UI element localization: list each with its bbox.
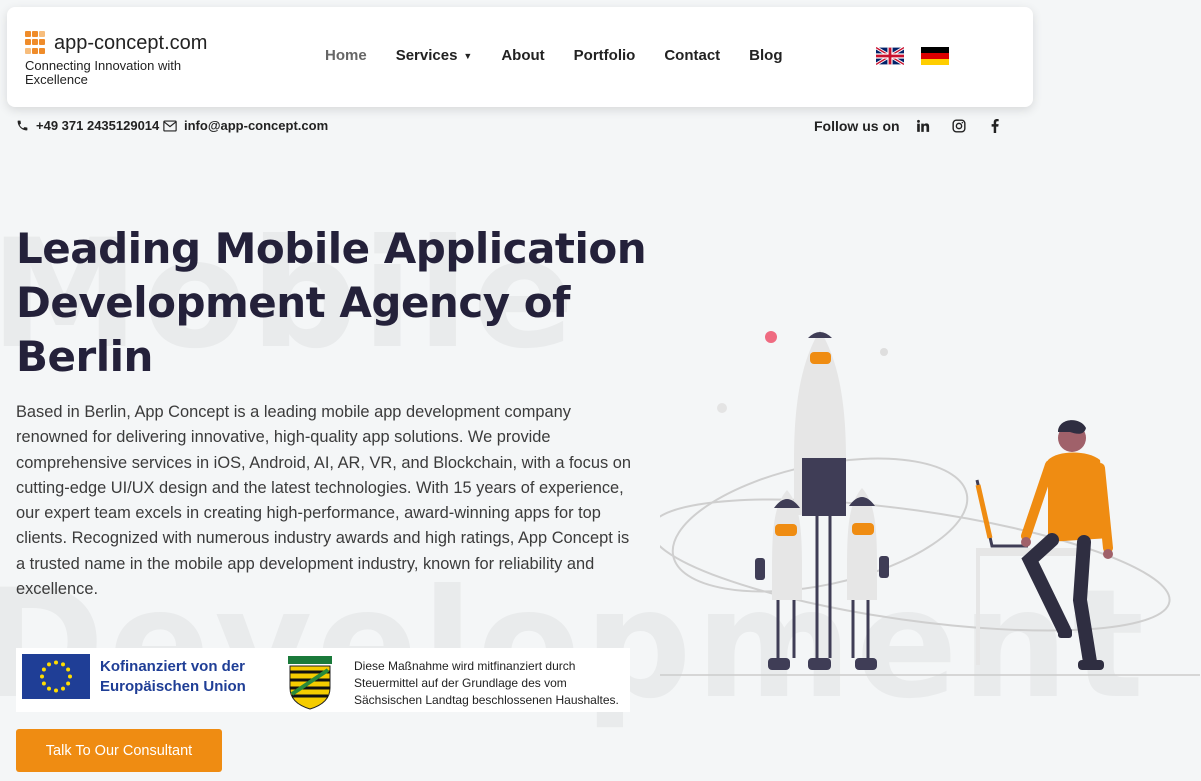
logo[interactable]: app-concept.com Connecting Innovation wi… bbox=[25, 31, 215, 87]
hero-title: Leading Mobile Application Development A… bbox=[16, 224, 647, 381]
nav-services[interactable]: Services ▼ bbox=[396, 47, 473, 64]
saxony-funding-text: Diese Maßnahme wird mitfinanziert durch … bbox=[354, 659, 619, 707]
talk-to-consultant-button[interactable]: Talk To Our Consultant bbox=[16, 729, 222, 772]
logo-grid-icon bbox=[25, 31, 49, 55]
uk-flag-icon[interactable] bbox=[876, 47, 904, 65]
logo-name: app-concept.com bbox=[54, 31, 208, 54]
logo-tagline: Connecting Innovation with Excellence bbox=[25, 58, 182, 87]
linkedin-icon[interactable] bbox=[915, 118, 931, 134]
instagram-icon[interactable] bbox=[951, 118, 967, 134]
contact-bar: +49 371 2435129014 info@app-concept.com … bbox=[16, 116, 1016, 136]
email-link[interactable]: info@app-concept.com bbox=[163, 118, 328, 133]
eu-flag-icon bbox=[22, 654, 90, 699]
nav-portfolio[interactable]: Portfolio bbox=[574, 47, 636, 64]
follow-us-label: Follow us on bbox=[814, 118, 900, 134]
nav-home[interactable]: Home bbox=[325, 47, 367, 64]
main-nav: Home Services ▼ About Portfolio Contact B… bbox=[325, 47, 812, 64]
funding-banner: Kofinanziert von der Europäischen Union … bbox=[16, 648, 630, 712]
rocket-launch-illustration bbox=[649, 310, 1200, 690]
saxony-crest-icon bbox=[288, 656, 332, 710]
phone-icon bbox=[16, 119, 29, 132]
nav-contact[interactable]: Contact bbox=[664, 47, 720, 64]
nav-blog[interactable]: Blog bbox=[749, 47, 782, 64]
language-switcher bbox=[876, 47, 966, 65]
caret-down-icon: ▼ bbox=[463, 50, 473, 61]
site-header: app-concept.com Connecting Innovation wi… bbox=[7, 7, 1033, 107]
facebook-icon[interactable] bbox=[987, 118, 1003, 134]
eu-funding-text: Kofinanziert von der Europäischen Union bbox=[100, 658, 246, 695]
phone-link[interactable]: +49 371 2435129014 bbox=[16, 118, 159, 133]
illustration-svg bbox=[649, 330, 1200, 676]
hero-description: Based in Berlin, App Concept is a leadin… bbox=[16, 403, 631, 599]
mail-icon bbox=[163, 119, 177, 132]
nav-about[interactable]: About bbox=[501, 47, 544, 64]
germany-flag-icon[interactable] bbox=[921, 47, 949, 65]
